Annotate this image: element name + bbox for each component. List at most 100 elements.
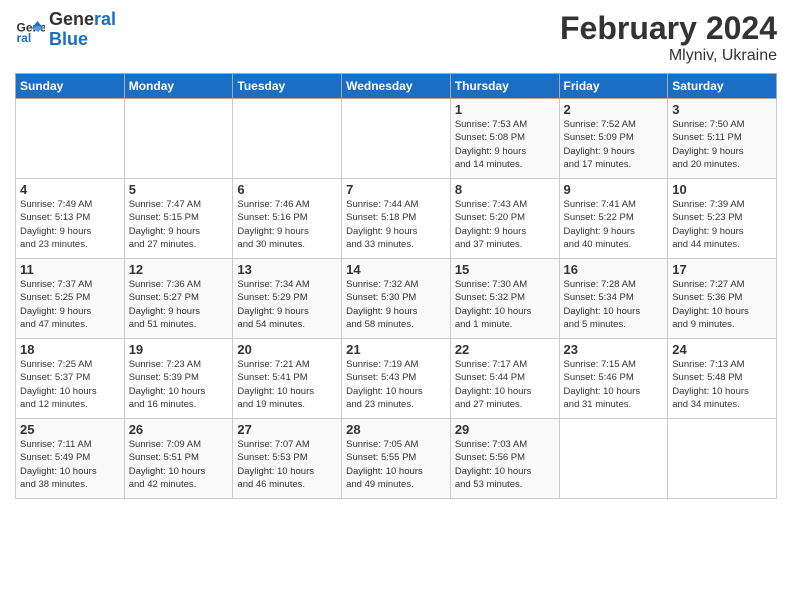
- day-detail: Sunrise: 7:27 AM Sunset: 5:36 PM Dayligh…: [672, 278, 772, 331]
- day-detail: Sunrise: 7:05 AM Sunset: 5:55 PM Dayligh…: [346, 438, 446, 491]
- day-detail: Sunrise: 7:44 AM Sunset: 5:18 PM Dayligh…: [346, 198, 446, 251]
- day-cell: [233, 99, 342, 179]
- week-row-0: 1Sunrise: 7:53 AM Sunset: 5:08 PM Daylig…: [16, 99, 777, 179]
- day-cell: 3Sunrise: 7:50 AM Sunset: 5:11 PM Daylig…: [668, 99, 777, 179]
- day-number: 18: [20, 342, 120, 357]
- day-cell: 12Sunrise: 7:36 AM Sunset: 5:27 PM Dayli…: [124, 259, 233, 339]
- day-detail: Sunrise: 7:49 AM Sunset: 5:13 PM Dayligh…: [20, 198, 120, 251]
- day-cell: 9Sunrise: 7:41 AM Sunset: 5:22 PM Daylig…: [559, 179, 668, 259]
- day-header-monday: Monday: [124, 74, 233, 99]
- day-header-friday: Friday: [559, 74, 668, 99]
- day-detail: Sunrise: 7:13 AM Sunset: 5:48 PM Dayligh…: [672, 358, 772, 411]
- day-number: 17: [672, 262, 772, 277]
- day-number: 21: [346, 342, 446, 357]
- day-detail: Sunrise: 7:32 AM Sunset: 5:30 PM Dayligh…: [346, 278, 446, 331]
- day-header-sunday: Sunday: [16, 74, 125, 99]
- day-detail: Sunrise: 7:30 AM Sunset: 5:32 PM Dayligh…: [455, 278, 555, 331]
- day-number: 16: [564, 262, 664, 277]
- day-header-tuesday: Tuesday: [233, 74, 342, 99]
- day-header-row: SundayMondayTuesdayWednesdayThursdayFrid…: [16, 74, 777, 99]
- day-cell: 4Sunrise: 7:49 AM Sunset: 5:13 PM Daylig…: [16, 179, 125, 259]
- day-cell: [342, 99, 451, 179]
- day-detail: Sunrise: 7:36 AM Sunset: 5:27 PM Dayligh…: [129, 278, 229, 331]
- day-number: 15: [455, 262, 555, 277]
- week-row-4: 25Sunrise: 7:11 AM Sunset: 5:49 PM Dayli…: [16, 419, 777, 499]
- day-cell: [16, 99, 125, 179]
- day-cell: 26Sunrise: 7:09 AM Sunset: 5:51 PM Dayli…: [124, 419, 233, 499]
- day-detail: Sunrise: 7:11 AM Sunset: 5:49 PM Dayligh…: [20, 438, 120, 491]
- day-cell: [668, 419, 777, 499]
- day-number: 19: [129, 342, 229, 357]
- day-cell: 10Sunrise: 7:39 AM Sunset: 5:23 PM Dayli…: [668, 179, 777, 259]
- day-cell: 5Sunrise: 7:47 AM Sunset: 5:15 PM Daylig…: [124, 179, 233, 259]
- day-header-saturday: Saturday: [668, 74, 777, 99]
- logo-icon: Gene ral: [15, 15, 45, 45]
- day-detail: Sunrise: 7:47 AM Sunset: 5:15 PM Dayligh…: [129, 198, 229, 251]
- day-number: 26: [129, 422, 229, 437]
- day-detail: Sunrise: 7:19 AM Sunset: 5:43 PM Dayligh…: [346, 358, 446, 411]
- day-cell: 13Sunrise: 7:34 AM Sunset: 5:29 PM Dayli…: [233, 259, 342, 339]
- day-number: 10: [672, 182, 772, 197]
- day-detail: Sunrise: 7:53 AM Sunset: 5:08 PM Dayligh…: [455, 118, 555, 171]
- day-number: 14: [346, 262, 446, 277]
- day-detail: Sunrise: 7:25 AM Sunset: 5:37 PM Dayligh…: [20, 358, 120, 411]
- day-detail: Sunrise: 7:07 AM Sunset: 5:53 PM Dayligh…: [237, 438, 337, 491]
- day-number: 11: [20, 262, 120, 277]
- day-cell: 22Sunrise: 7:17 AM Sunset: 5:44 PM Dayli…: [450, 339, 559, 419]
- day-detail: Sunrise: 7:03 AM Sunset: 5:56 PM Dayligh…: [455, 438, 555, 491]
- day-detail: Sunrise: 7:52 AM Sunset: 5:09 PM Dayligh…: [564, 118, 664, 171]
- day-cell: 8Sunrise: 7:43 AM Sunset: 5:20 PM Daylig…: [450, 179, 559, 259]
- day-cell: 25Sunrise: 7:11 AM Sunset: 5:49 PM Dayli…: [16, 419, 125, 499]
- day-cell: 1Sunrise: 7:53 AM Sunset: 5:08 PM Daylig…: [450, 99, 559, 179]
- logo: Gene ral General Blue: [15, 10, 116, 50]
- day-number: 12: [129, 262, 229, 277]
- day-detail: Sunrise: 7:23 AM Sunset: 5:39 PM Dayligh…: [129, 358, 229, 411]
- day-cell: 20Sunrise: 7:21 AM Sunset: 5:41 PM Dayli…: [233, 339, 342, 419]
- day-cell: 18Sunrise: 7:25 AM Sunset: 5:37 PM Dayli…: [16, 339, 125, 419]
- week-row-3: 18Sunrise: 7:25 AM Sunset: 5:37 PM Dayli…: [16, 339, 777, 419]
- day-number: 25: [20, 422, 120, 437]
- week-row-1: 4Sunrise: 7:49 AM Sunset: 5:13 PM Daylig…: [16, 179, 777, 259]
- header: Gene ral General Blue February 2024 Mlyn…: [15, 10, 777, 65]
- day-header-thursday: Thursday: [450, 74, 559, 99]
- day-detail: Sunrise: 7:17 AM Sunset: 5:44 PM Dayligh…: [455, 358, 555, 411]
- logo-text: General Blue: [49, 10, 116, 50]
- day-cell: 2Sunrise: 7:52 AM Sunset: 5:09 PM Daylig…: [559, 99, 668, 179]
- day-number: 23: [564, 342, 664, 357]
- calendar-title: February 2024: [560, 10, 777, 47]
- day-detail: Sunrise: 7:50 AM Sunset: 5:11 PM Dayligh…: [672, 118, 772, 171]
- calendar-subtitle: Mlyniv, Ukraine: [560, 47, 777, 65]
- day-number: 28: [346, 422, 446, 437]
- day-number: 6: [237, 182, 337, 197]
- day-number: 2: [564, 102, 664, 117]
- day-detail: Sunrise: 7:09 AM Sunset: 5:51 PM Dayligh…: [129, 438, 229, 491]
- day-header-wednesday: Wednesday: [342, 74, 451, 99]
- day-detail: Sunrise: 7:41 AM Sunset: 5:22 PM Dayligh…: [564, 198, 664, 251]
- day-cell: 15Sunrise: 7:30 AM Sunset: 5:32 PM Dayli…: [450, 259, 559, 339]
- day-cell: 28Sunrise: 7:05 AM Sunset: 5:55 PM Dayli…: [342, 419, 451, 499]
- day-cell: [559, 419, 668, 499]
- day-detail: Sunrise: 7:28 AM Sunset: 5:34 PM Dayligh…: [564, 278, 664, 331]
- day-cell: 7Sunrise: 7:44 AM Sunset: 5:18 PM Daylig…: [342, 179, 451, 259]
- day-number: 3: [672, 102, 772, 117]
- day-detail: Sunrise: 7:34 AM Sunset: 5:29 PM Dayligh…: [237, 278, 337, 331]
- svg-text:ral: ral: [17, 31, 32, 45]
- calendar-table: SundayMondayTuesdayWednesdayThursdayFrid…: [15, 73, 777, 499]
- main-container: Gene ral General Blue February 2024 Mlyn…: [0, 0, 792, 504]
- day-cell: 29Sunrise: 7:03 AM Sunset: 5:56 PM Dayli…: [450, 419, 559, 499]
- day-cell: 23Sunrise: 7:15 AM Sunset: 5:46 PM Dayli…: [559, 339, 668, 419]
- day-cell: 17Sunrise: 7:27 AM Sunset: 5:36 PM Dayli…: [668, 259, 777, 339]
- title-block: February 2024 Mlyniv, Ukraine: [560, 10, 777, 65]
- week-row-2: 11Sunrise: 7:37 AM Sunset: 5:25 PM Dayli…: [16, 259, 777, 339]
- day-number: 20: [237, 342, 337, 357]
- day-detail: Sunrise: 7:39 AM Sunset: 5:23 PM Dayligh…: [672, 198, 772, 251]
- day-cell: 24Sunrise: 7:13 AM Sunset: 5:48 PM Dayli…: [668, 339, 777, 419]
- day-detail: Sunrise: 7:15 AM Sunset: 5:46 PM Dayligh…: [564, 358, 664, 411]
- day-cell: [124, 99, 233, 179]
- day-number: 4: [20, 182, 120, 197]
- day-cell: 14Sunrise: 7:32 AM Sunset: 5:30 PM Dayli…: [342, 259, 451, 339]
- day-cell: 19Sunrise: 7:23 AM Sunset: 5:39 PM Dayli…: [124, 339, 233, 419]
- day-cell: 11Sunrise: 7:37 AM Sunset: 5:25 PM Dayli…: [16, 259, 125, 339]
- day-number: 24: [672, 342, 772, 357]
- day-number: 27: [237, 422, 337, 437]
